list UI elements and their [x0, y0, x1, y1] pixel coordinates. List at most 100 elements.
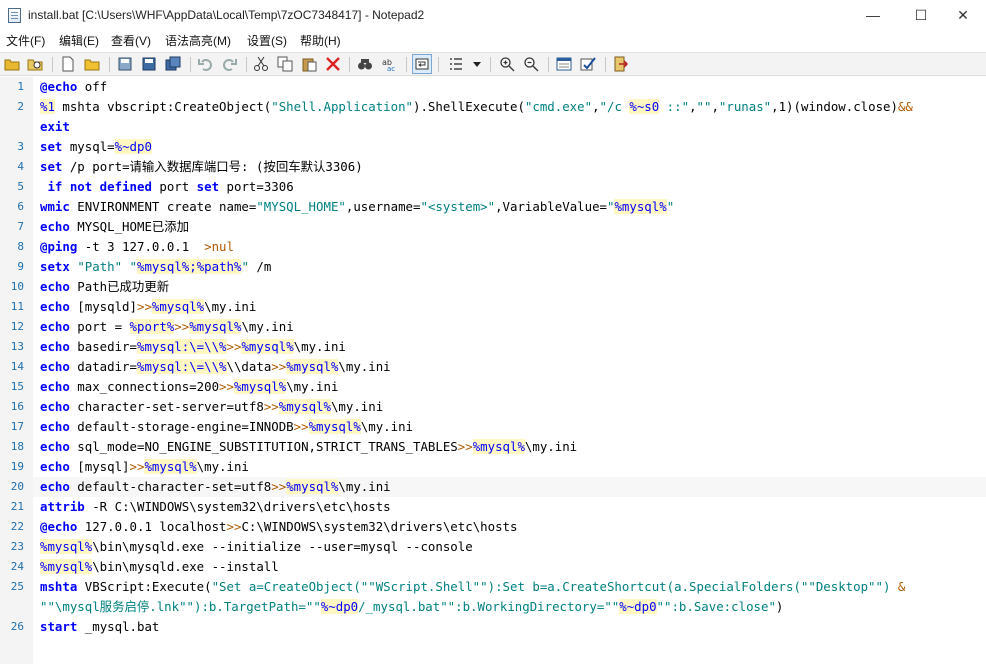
text-token: default-storage-engine=INNODB [69, 419, 294, 434]
new-file-icon[interactable] [60, 56, 76, 72]
keyword-token: start [40, 619, 78, 634]
code-line[interactable]: ""\mysql服务启停.lnk""):b.TargetPath=""%~dp0… [40, 597, 783, 617]
menu-settings[interactable]: 设置(S) [247, 31, 287, 51]
code-line[interactable]: echo Path已成功更新 [40, 277, 169, 297]
text-token: MYSQL_HOME已添加 [69, 219, 190, 234]
operator-token: & [897, 579, 906, 594]
variable-token: %mysql% [614, 199, 667, 214]
text-token: \my.ini [360, 419, 413, 434]
code-line[interactable]: echo datadir=%mysql:\=\\%\\data>>%mysql%… [40, 357, 391, 377]
zoom-out-icon[interactable] [523, 56, 539, 72]
code-line[interactable]: echo [mysqld]>>%mysql%\my.ini [40, 297, 256, 317]
text-token: , [592, 99, 600, 114]
copy-icon[interactable] [277, 56, 293, 72]
text-token: \\data [226, 359, 272, 374]
code-line[interactable]: %mysql%\bin\mysqld.exe --initialize --us… [40, 537, 473, 557]
toolbar-separator [52, 57, 53, 72]
toolbar-separator [406, 57, 407, 72]
variable-token: %~dp0 [320, 599, 359, 614]
undo-icon[interactable] [198, 56, 214, 72]
open-folder-icon[interactable] [4, 56, 20, 72]
close-button[interactable]: ✕ [940, 0, 986, 31]
code-line[interactable]: echo character-set-server=utf8>>%mysql%\… [40, 397, 383, 417]
paste-icon[interactable] [301, 56, 317, 72]
code-line[interactable]: setx "Path" "%mysql%;%path%" /m [40, 257, 271, 277]
menu-help[interactable]: 帮助(H) [300, 31, 341, 51]
toolbar-separator [438, 57, 439, 72]
menu-file[interactable]: 文件(F) [6, 31, 45, 51]
keyword-token: echo [40, 359, 70, 374]
string-token: "<system>" [420, 199, 496, 214]
code-line[interactable]: @echo 127.0.0.1 localhost>>C:\WINDOWS\sy… [40, 517, 517, 537]
keyword-token: @echo [40, 79, 78, 94]
keyword-token: attrib [40, 499, 85, 514]
dropdown-icon[interactable] [472, 56, 482, 72]
zoom-in-icon[interactable] [499, 56, 515, 72]
operator-token: >> [457, 439, 473, 454]
minimize-button[interactable]: — [850, 0, 896, 31]
variable-token: %mysql% [40, 539, 93, 554]
code-line[interactable]: echo port = %port%>>%mysql%\my.ini [40, 317, 294, 337]
string-token: ::" [659, 99, 690, 114]
code-line[interactable]: mshta VBScript:Execute("Set a=CreateObje… [40, 577, 905, 597]
open-file-icon[interactable] [84, 56, 100, 72]
code-line[interactable]: if not defined port set port=3306 [40, 177, 293, 197]
save-icon[interactable] [117, 56, 133, 72]
editor[interactable]: 1 2 3 4 5 6 7 8 9 10 11 12 13 14 15 16 17 18 19 20 21 22 23 24 2… [0, 77, 986, 664]
code-line[interactable]: set /p port=请输入数据库端口号: (按回车默认3306) [40, 157, 363, 177]
code-line[interactable]: echo sql_mode=NO_ENGINE_SUBSTITUTION,STR… [40, 437, 577, 457]
code-line[interactable]: echo [mysql]>>%mysql%\my.ini [40, 457, 249, 477]
code-line[interactable]: exit [40, 117, 70, 137]
string-token: "MYSQL_HOME" [256, 199, 346, 214]
replace-icon[interactable]: abac [381, 56, 397, 72]
word-wrap-button[interactable] [412, 54, 432, 74]
maximize-button[interactable]: ☐ [898, 0, 944, 31]
string-token: " [241, 259, 249, 274]
code-line[interactable]: @ping -t 3 127.0.0.1 >nul [40, 237, 234, 257]
code-line[interactable]: %1 mshta vbscript:CreateObject("Shell.Ap… [40, 97, 913, 117]
notepad-app-icon[interactable] [8, 8, 21, 23]
code-line[interactable]: %mysql%\bin\mysqld.exe --install [40, 557, 279, 577]
operator-token: >> [293, 419, 309, 434]
menu-view[interactable]: 查看(V) [111, 31, 151, 51]
text-token: \my.ini [293, 339, 346, 354]
schemes-icon[interactable] [556, 56, 572, 72]
code-line[interactable]: echo default-character-set=utf8>>%mysql%… [40, 477, 391, 497]
find-icon[interactable] [357, 56, 373, 72]
delete-icon[interactable] [325, 56, 341, 72]
text-token: basedir= [69, 339, 137, 354]
code-line[interactable]: @echo off [40, 77, 107, 97]
text-token: /m [248, 259, 272, 274]
customize-icon[interactable] [580, 56, 596, 72]
code-line[interactable]: start _mysql.bat [40, 617, 159, 637]
text-token: max_connections=200 [69, 379, 220, 394]
menu-edit[interactable]: 编辑(E) [59, 31, 99, 51]
code-line[interactable]: set mysql=%~dp0 [40, 137, 152, 157]
code-line[interactable]: wmic ENVIRONMENT create name="MYSQL_HOME… [40, 197, 674, 217]
save-as-icon[interactable] [141, 56, 157, 72]
variable-token: %mysql% [286, 359, 339, 374]
menu-syntax[interactable]: 语法高亮(M) [165, 31, 231, 51]
text-token: character-set-server=utf8 [69, 399, 264, 414]
operator-token: >> [263, 399, 279, 414]
variable-token: %mysql% [241, 339, 294, 354]
variable-token: %mysql% [286, 479, 339, 494]
save-copy-icon[interactable] [165, 56, 181, 72]
keyword-token: echo [40, 399, 70, 414]
text-token: mysql= [62, 139, 115, 154]
code-line[interactable]: echo MYSQL_HOME已添加 [40, 217, 189, 237]
list-icon[interactable] [448, 56, 464, 72]
text-token: \my.ini [330, 399, 384, 414]
text-token: sql_mode=NO_ENGINE_SUBSTITUTION,STRICT_T… [69, 439, 458, 454]
code-line[interactable]: echo max_connections=200>>%mysql%\my.ini [40, 377, 338, 397]
code-line[interactable]: attrib -R C:\WINDOWS\system32\drivers\et… [40, 497, 391, 517]
code-line[interactable]: echo default-storage-engine=INNODB>>%mys… [40, 417, 413, 437]
code-line[interactable]: echo basedir=%mysql:\=\\%>>%mysql%\my.in… [40, 337, 346, 357]
cut-icon[interactable] [253, 56, 269, 72]
redo-icon[interactable] [221, 56, 237, 72]
exit-icon[interactable] [612, 56, 628, 72]
title-bar[interactable]: install.bat [C:\Users\WHF\AppData\Local\… [0, 0, 986, 31]
window-title: install.bat [C:\Users\WHF\AppData\Local\… [28, 8, 425, 22]
browse-icon[interactable] [27, 56, 43, 72]
line-number-gutter: 1 2 3 4 5 6 7 8 9 10 11 12 13 14 15 16 17 18 19 20 21 22 23 24 2… [0, 77, 33, 664]
